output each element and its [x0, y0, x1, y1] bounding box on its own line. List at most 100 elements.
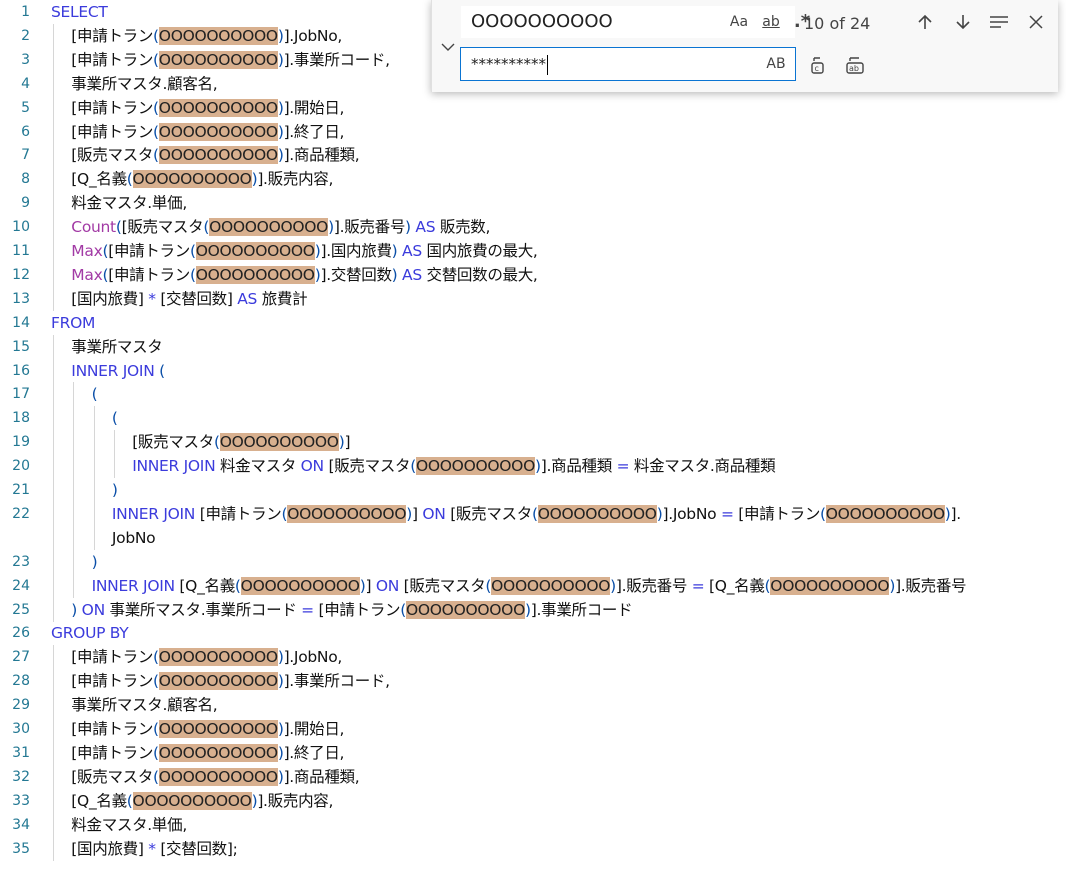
code-line[interactable]: 30 [申請トラン(OOOOOOOOOO)].開始日,	[0, 717, 1066, 741]
bracket: (	[126, 791, 133, 810]
code-token: ].事業所コード,	[283, 672, 391, 691]
code-line[interactable]: 15 事業所マスタ	[0, 334, 1066, 359]
arrow-up-icon[interactable]	[912, 9, 938, 35]
code-text: )	[92, 550, 98, 574]
replace-input-value: **********	[471, 55, 546, 73]
code-line[interactable]: 13 [国内旅費] * [交替回数] AS 旅費計	[0, 286, 1066, 311]
code-token: ].商品種類	[540, 457, 617, 476]
code-text: [申請トラン(OOOOOOOOOO)].事業所コード,	[71, 48, 390, 72]
indent-guide	[53, 167, 54, 192]
indent-guide	[53, 215, 54, 240]
code-line[interactable]: 27 [申請トラン(OOOOOOOOOO)].JobNo,	[0, 645, 1066, 670]
code-line[interactable]: 7 [販売マスタ(OOOOOOOOOO)].商品種類,	[0, 143, 1066, 168]
code-line[interactable]: 14 FROM	[0, 311, 1066, 335]
code-token: 販売数,	[439, 218, 491, 237]
replace-input[interactable]: ********** AB	[460, 47, 796, 81]
code-line[interactable]: 17 (	[0, 382, 1066, 407]
chevron-down-icon[interactable]	[438, 36, 458, 58]
close-icon[interactable]	[1023, 9, 1049, 35]
code-text: [申請トラン(OOOOOOOOOO)].開始日,	[71, 717, 344, 741]
find-replace-widget: OOOOOOOOOO Aa ab .* 10 of 24 ********** …	[431, 0, 1058, 92]
line-number: 9	[21, 195, 30, 212]
code-line[interactable]: 19 [販売マスタ(OOOOOOOOOO)]	[0, 430, 1066, 455]
indent-guide	[53, 645, 54, 670]
code-token: ].商品種類,	[283, 767, 360, 786]
arrow-down-icon[interactable]	[950, 9, 976, 35]
code-line[interactable]: 32 [販売マスタ(OOOOOOOOOO)].商品種類,	[0, 764, 1066, 789]
code-text: ) ON 事業所マスタ.事業所コード = [申請トラン(OOOOOOOOOO)]…	[71, 598, 633, 622]
whole-word-button[interactable]: ab	[757, 6, 785, 38]
indent-guide	[53, 740, 54, 765]
code-text: [販売マスタ(OOOOOOOOOO)].商品種類,	[71, 143, 360, 167]
sql-operator: *	[143, 289, 161, 308]
indent-guide	[53, 239, 54, 263]
code-line[interactable]: 25) ON 事業所マスタ.事業所コード = [申請トラン(OOOOOOOOOO…	[0, 597, 1066, 622]
text-caret	[547, 54, 548, 75]
code-line[interactable]: 21)	[0, 478, 1066, 502]
code-text: [申請トラン(OOOOOOOOOO)].終了日,	[71, 120, 344, 144]
code-token: ]	[365, 576, 376, 595]
indent-guide	[73, 573, 75, 598]
code-line[interactable]: 24 INNER JOIN [Q_名義(OOOOOOOOOO)] ON [販売マス…	[0, 573, 1066, 598]
find-in-selection-icon[interactable]	[986, 9, 1012, 35]
line-number: 11	[12, 243, 30, 259]
code-line[interactable]: 20 INNER JOIN 料金マスタ ON [販売マスタ(OOOOOOOOOO)…	[0, 454, 1066, 479]
indent-guide	[53, 71, 54, 96]
code-token: JobNo	[111, 528, 156, 547]
indent-guide	[53, 430, 54, 455]
code-line[interactable]: 10 Count([販売マスタ(OOOOOOOOOO)].販売番号) AS 販売数…	[0, 215, 1066, 240]
line-number: 13	[12, 290, 30, 307]
preserve-case-button[interactable]: AB	[761, 48, 791, 80]
code-token: 事業所マスタ.事業所コード	[109, 600, 302, 619]
code-text: [販売マスタ(OOOOOOOOOO)].商品種類,	[71, 765, 360, 789]
code-token: 交替回数の最大,	[426, 265, 538, 284]
line-number: 23	[12, 553, 30, 570]
find-input[interactable]: OOOOOOOOOO Aa ab .*	[460, 5, 810, 39]
indent-guide	[113, 454, 115, 479]
code-line[interactable]: 6 [申請トラン(OOOOOOOOOO)].終了日,	[0, 119, 1066, 144]
code-token: ].JobNo,	[283, 648, 343, 667]
code-line[interactable]: 26 GROUP BY	[0, 621, 1066, 645]
code-token: [Q_名義	[179, 576, 235, 595]
search-match-highlight: OOOOOOOOOO	[158, 648, 278, 667]
line-number: 6	[21, 123, 30, 140]
search-match-highlight: OOOOOOOOOO	[158, 672, 278, 691]
code-line[interactable]: 11 Max([申請トラン(OOOOOOOOOO)].国内旅費) AS 国内旅費の…	[0, 239, 1066, 263]
replace-icon[interactable]: c	[805, 52, 831, 78]
code-token: 事業所マスタ.顧客名,	[71, 696, 218, 715]
code-line[interactable]: 5 [申請トラン(OOOOOOOOOO)].開始日,	[0, 95, 1066, 120]
sql-operator: =	[691, 576, 710, 595]
indent-guide	[53, 525, 54, 550]
code-token: ].	[950, 504, 962, 523]
code-line[interactable]: 12 Max([申請トラン(OOOOOOOOOO)].交替回数) AS 交替回数の…	[0, 262, 1066, 287]
code-line[interactable]: JobNo	[0, 525, 1066, 550]
line-number: 26	[12, 625, 30, 642]
bracket: (	[189, 242, 196, 260]
code-line[interactable]: 31 [申請トラン(OOOOOOOOOO)].終了日,	[0, 740, 1066, 765]
code-line[interactable]: 35 [国内旅費] * [交替回数];	[0, 836, 1066, 861]
code-line[interactable]: 18 (	[0, 406, 1066, 431]
code-editor[interactable]: 1 SELECT 2 [申請トラン(OOOOOOOOOO)].JobNo, 3 [申請トラ…	[0, 0, 1066, 882]
code-token: [申請トラン	[108, 265, 190, 284]
search-match-highlight: OOOOOOOOOO	[287, 504, 407, 523]
indent-guide	[53, 382, 54, 407]
code-line[interactable]: 29 事業所マスタ.顧客名,	[0, 693, 1066, 718]
sql-operator: =	[720, 504, 739, 523]
code-text: [販売マスタ(OOOOOOOOOO)]	[132, 430, 350, 454]
replace-all-icon[interactable]: ab	[842, 52, 868, 78]
indent-guide	[53, 143, 54, 168]
code-line[interactable]: 28 [申請トラン(OOOOOOOOOO)].事業所コード,	[0, 669, 1066, 694]
code-line[interactable]: 23)	[0, 549, 1066, 574]
indent-guide	[53, 693, 54, 718]
code-line[interactable]: 22 INNER JOIN [申請トラン(OOOOOOOOOO)] ON [販売マ…	[0, 501, 1066, 526]
match-case-button[interactable]: Aa	[727, 6, 751, 38]
code-line[interactable]: 16 INNER JOIN (	[0, 358, 1066, 383]
code-line[interactable]: 9 料金マスタ.単価,	[0, 191, 1066, 216]
code-token: [申請トラン	[71, 648, 154, 667]
code-text: INNER JOIN 料金マスタ ON [販売マスタ(OOOOOOOOOO)].…	[132, 454, 776, 478]
code-line[interactable]: 8 [Q_名義(OOOOOOOOOO)].販売内容,	[0, 167, 1066, 192]
code-line[interactable]: 33 [Q_名義(OOOOOOOOOO)].販売内容,	[0, 788, 1066, 813]
search-match-highlight: OOOOOOOOOO	[158, 50, 278, 69]
sql-keyword: FROM	[51, 313, 96, 332]
code-line[interactable]: 34 料金マスタ.単価,	[0, 812, 1066, 837]
